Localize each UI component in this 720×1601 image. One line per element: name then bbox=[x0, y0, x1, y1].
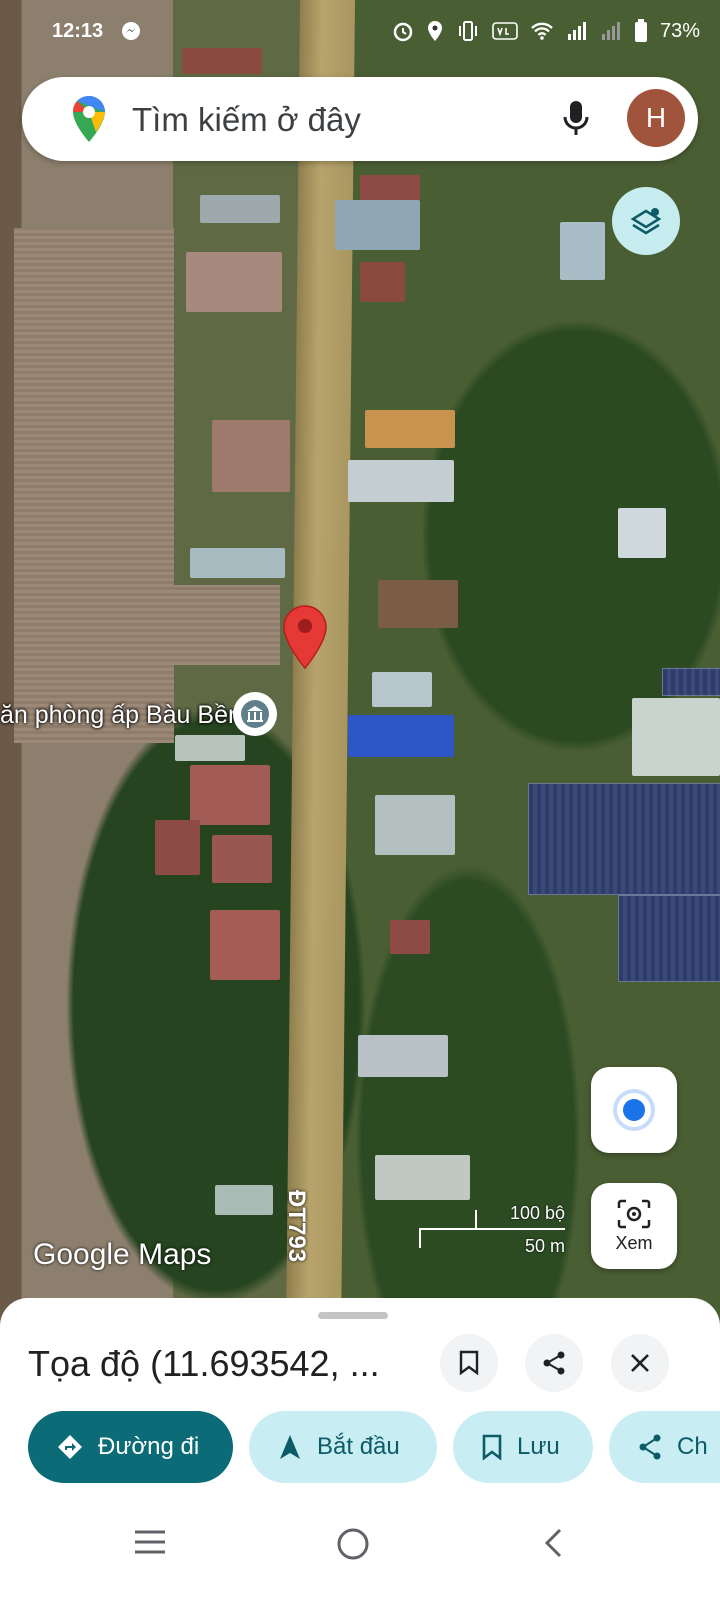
signal-icon bbox=[567, 22, 586, 40]
scale-feet: 100 bộ bbox=[509, 1203, 565, 1223]
camera-lens-icon bbox=[617, 1199, 651, 1228]
google-maps-logo-icon bbox=[72, 95, 105, 142]
messenger-icon bbox=[122, 22, 140, 40]
wifi-icon bbox=[531, 22, 553, 40]
signal-secondary-icon bbox=[601, 22, 620, 40]
farm-field bbox=[14, 228, 174, 743]
building bbox=[378, 580, 458, 628]
search-bar[interactable]: Tìm kiếm ở đây H bbox=[22, 77, 698, 161]
navigation-arrow-icon bbox=[280, 1435, 300, 1459]
directions-chip[interactable]: Đường đi bbox=[28, 1411, 233, 1483]
building bbox=[212, 420, 290, 492]
building bbox=[335, 200, 420, 250]
search-placeholder[interactable]: Tìm kiếm ở đây bbox=[132, 101, 361, 139]
share-circle-button[interactable] bbox=[525, 1334, 583, 1392]
save-circle-button[interactable] bbox=[440, 1334, 498, 1392]
share-label: Ch bbox=[677, 1433, 708, 1460]
place-title: Tọa độ (11.693542, ... bbox=[28, 1343, 380, 1384]
scale-meters: 50 m bbox=[524, 1236, 565, 1256]
vibrate-icon bbox=[458, 21, 477, 41]
start-label: Bắt đầu bbox=[317, 1433, 400, 1460]
solar-panels bbox=[662, 668, 720, 696]
poi-label[interactable]: ăn phòng ấp Bàu Bền bbox=[0, 701, 242, 730]
lens-button[interactable]: Xem bbox=[591, 1183, 677, 1269]
building bbox=[212, 835, 272, 883]
directions-label: Đường đi bbox=[98, 1433, 200, 1460]
system-navigation-bar bbox=[0, 1497, 720, 1601]
building bbox=[360, 262, 405, 302]
share-chip[interactable]: Ch bbox=[609, 1411, 720, 1483]
building bbox=[360, 175, 420, 201]
greenhouse bbox=[632, 698, 720, 776]
building bbox=[190, 765, 270, 825]
lens-label: Xem bbox=[615, 1232, 653, 1253]
drag-handle[interactable] bbox=[318, 1312, 388, 1319]
avatar[interactable]: H bbox=[627, 89, 685, 147]
back-icon[interactable] bbox=[542, 1527, 566, 1559]
dropped-pin-icon[interactable] bbox=[281, 604, 329, 670]
building bbox=[186, 252, 282, 312]
building bbox=[375, 795, 455, 855]
close-icon bbox=[631, 1354, 649, 1372]
directions-icon bbox=[58, 1435, 82, 1459]
building bbox=[390, 920, 430, 954]
start-chip[interactable]: Bắt đầu bbox=[249, 1411, 437, 1483]
road-label: ĐT793 bbox=[283, 1190, 310, 1263]
status-time: 12:13 bbox=[52, 20, 104, 42]
share-icon bbox=[639, 1434, 661, 1460]
solar-panels bbox=[528, 783, 720, 895]
recent-apps-icon[interactable] bbox=[132, 1527, 168, 1557]
government-building-icon[interactable] bbox=[233, 692, 277, 736]
bookmark-icon bbox=[482, 1434, 502, 1461]
status-icons: 73% bbox=[392, 19, 700, 43]
building bbox=[618, 508, 666, 558]
action-chips: Đường đi Bắt đầu Lưu Ch bbox=[28, 1411, 720, 1485]
my-location-button[interactable] bbox=[591, 1067, 677, 1153]
building-pillars-icon bbox=[241, 700, 269, 728]
scale-bar bbox=[419, 1228, 565, 1230]
building-blue-roof bbox=[348, 715, 454, 757]
save-chip[interactable]: Lưu bbox=[453, 1411, 593, 1483]
location-icon bbox=[427, 21, 442, 41]
building bbox=[175, 735, 245, 761]
building bbox=[560, 222, 605, 280]
save-label: Lưu bbox=[517, 1433, 560, 1460]
alarm-icon bbox=[393, 22, 413, 42]
home-icon[interactable] bbox=[336, 1527, 370, 1561]
my-location-dot-icon bbox=[623, 1099, 645, 1121]
bookmark-icon bbox=[459, 1350, 479, 1376]
building bbox=[348, 460, 454, 502]
scale-tick bbox=[419, 1228, 421, 1248]
building bbox=[210, 910, 280, 980]
building bbox=[375, 1155, 470, 1200]
building bbox=[372, 672, 432, 707]
building bbox=[358, 1035, 448, 1077]
layers-button[interactable] bbox=[612, 187, 680, 255]
battery-icon bbox=[634, 19, 647, 42]
volte-icon bbox=[492, 22, 518, 40]
building bbox=[200, 195, 280, 223]
building bbox=[190, 548, 285, 578]
scale-tick bbox=[475, 1210, 477, 1230]
layers-icon bbox=[630, 208, 662, 235]
battery-percent: 73% bbox=[659, 19, 700, 42]
farm-field bbox=[162, 585, 280, 665]
building bbox=[365, 410, 455, 448]
google-maps-attribution: Google Maps bbox=[33, 1238, 212, 1271]
building bbox=[155, 820, 200, 875]
status-bar: 12:13 73% bbox=[0, 0, 720, 60]
solar-panels bbox=[618, 895, 720, 982]
close-button[interactable] bbox=[611, 1334, 669, 1392]
map-scale: 100 bộ 50 m bbox=[419, 1200, 579, 1260]
microphone-icon[interactable] bbox=[562, 99, 590, 139]
building bbox=[215, 1185, 273, 1215]
share-icon bbox=[543, 1351, 565, 1375]
